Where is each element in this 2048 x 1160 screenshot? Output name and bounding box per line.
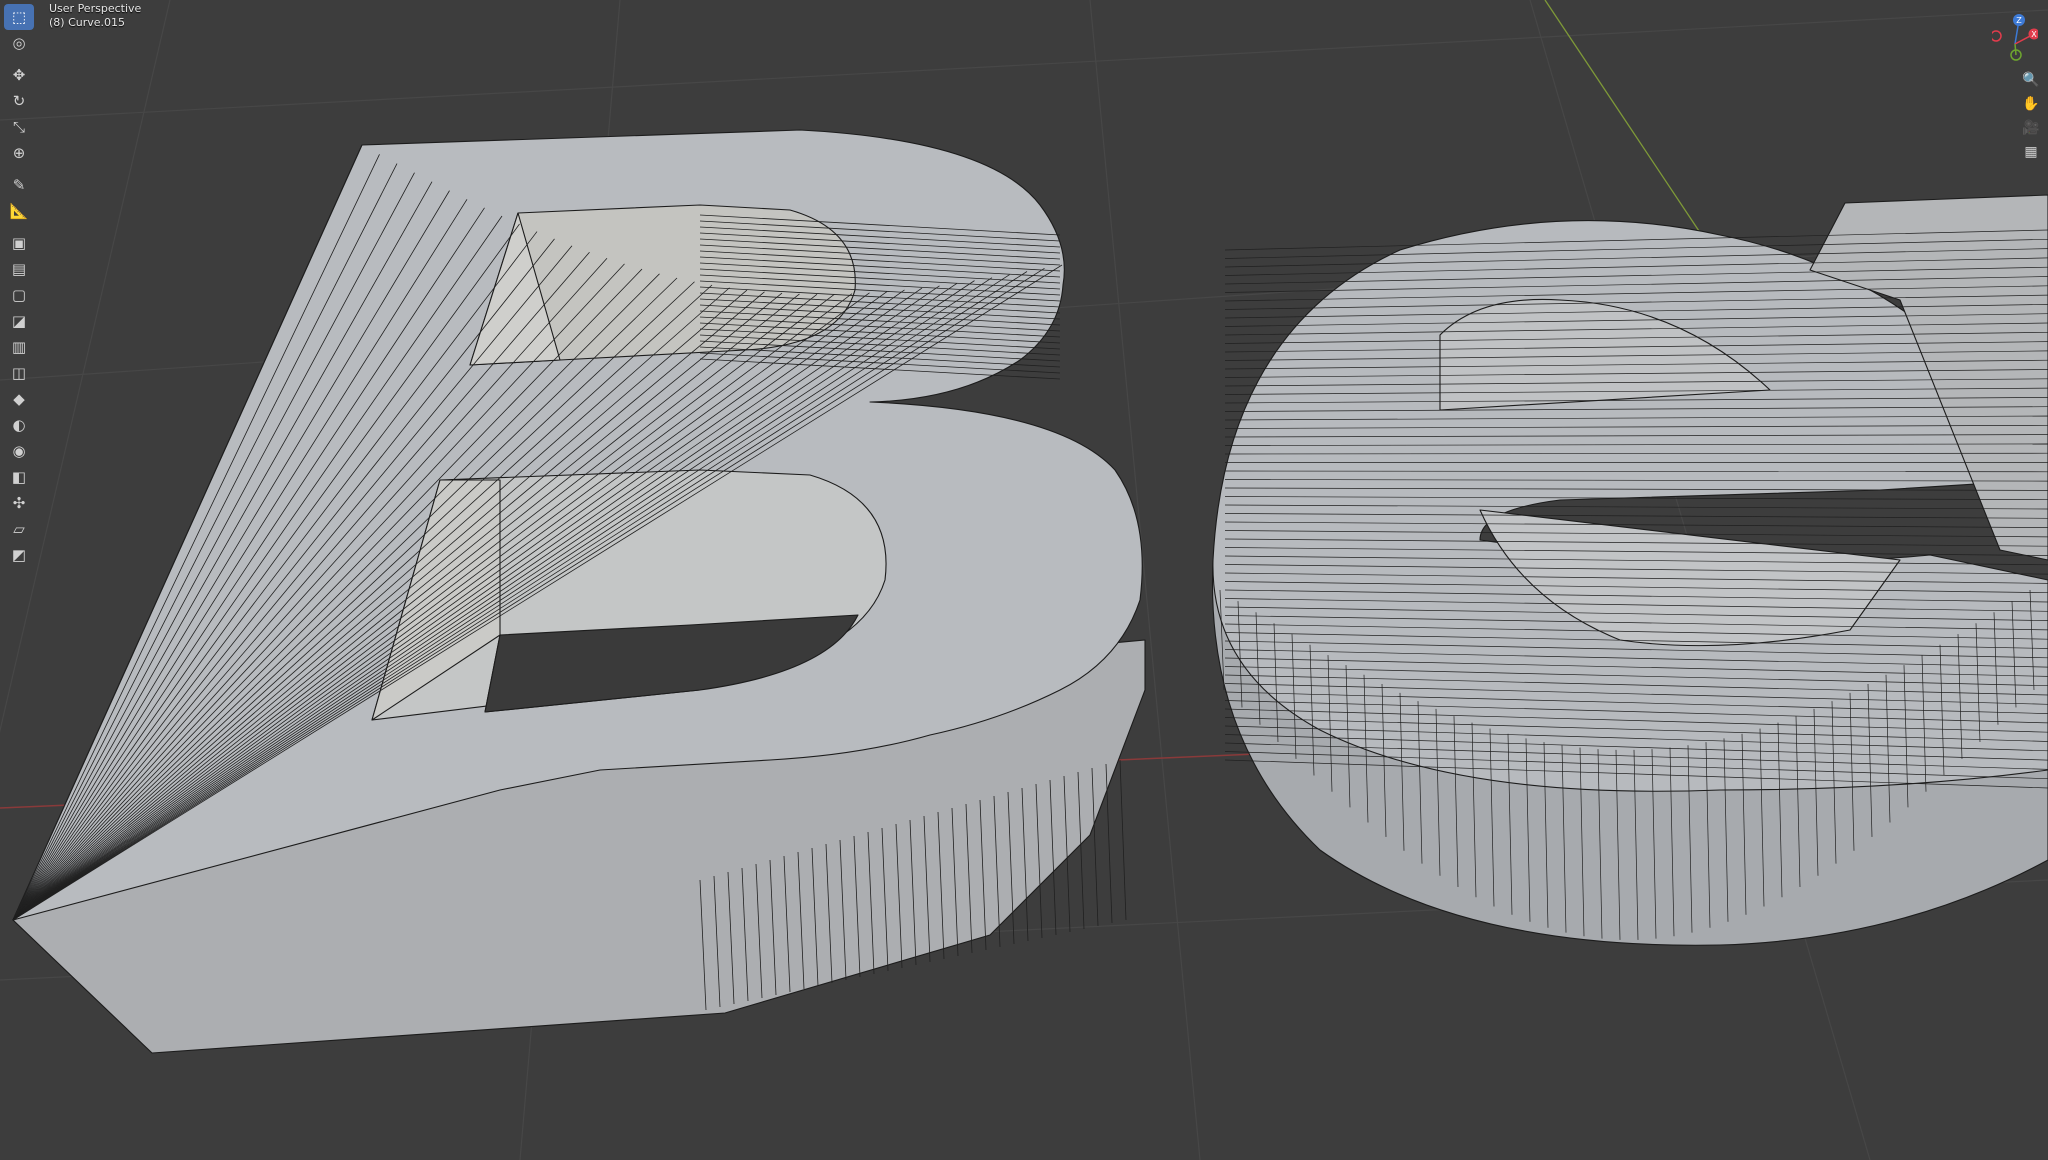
navigation-gizmo[interactable]: Z X	[1992, 10, 2038, 66]
move-tool[interactable]: ✥	[4, 62, 34, 88]
extrude-tool[interactable]: ▤	[4, 256, 34, 282]
add-cube-tool[interactable]: ▣	[4, 230, 34, 256]
shrink-fatten-tool[interactable]: ✣	[4, 490, 34, 516]
active-object-label: (8) Curve.015	[49, 16, 126, 29]
cursor-tool[interactable]: ◎	[4, 30, 34, 56]
edge-slide-tool[interactable]: ◧	[4, 464, 34, 490]
shear-tool[interactable]: ▱	[4, 516, 34, 542]
rip-region-tool[interactable]: ◩	[4, 542, 34, 568]
viewport-info: User Perspective (8) Curve.015	[49, 2, 141, 30]
camera-view-icon[interactable]: 🎥	[2018, 116, 2044, 140]
poly-build-tool[interactable]: ◆	[4, 386, 34, 412]
letter-b-mesh	[12, 129, 1146, 1054]
gizmo-x-label: X	[2031, 30, 2037, 39]
viewport-nav-buttons: 🔍 ✋ 🎥 ▦	[2018, 68, 2044, 164]
zoom-icon[interactable]: 🔍	[2018, 68, 2044, 92]
smooth-tool[interactable]: ◉	[4, 438, 34, 464]
select-box-tool[interactable]: ⬚	[4, 4, 34, 30]
tool-shelf: ⬚ ◎ ✥ ↻ ⤡ ⊕ ✎ 📐 ▣ ▤ ▢ ◪ ▥ ◫ ◆ ◐ ◉ ◧ ✣ ▱ ◩	[4, 4, 34, 568]
grid-ortho-icon[interactable]: ▦	[2018, 140, 2044, 164]
spin-tool[interactable]: ◐	[4, 412, 34, 438]
inset-tool[interactable]: ▢	[4, 282, 34, 308]
3d-viewport[interactable]: User Perspective (8) Curve.015 ⬚ ◎ ✥ ↻ ⤡ ⊕ ✎ 📐 ▣…	[0, 0, 2048, 1160]
loop-cut-tool[interactable]: ▥	[4, 334, 34, 360]
pan-hand-icon[interactable]: ✋	[2018, 92, 2044, 116]
viewport-scene	[0, 0, 2048, 1160]
annotate-tool[interactable]: ✎	[4, 172, 34, 198]
rotate-tool[interactable]: ↻	[4, 88, 34, 114]
gizmo-z-label: Z	[2016, 16, 2022, 25]
gizmo-neg-x-axis[interactable]	[1992, 30, 2002, 42]
view-name-label: User Perspective	[49, 2, 142, 15]
bevel-tool[interactable]: ◪	[4, 308, 34, 334]
y-axis-line	[1544, 0, 1706, 241]
transform-tool[interactable]: ⊕	[4, 140, 34, 166]
measure-tool[interactable]: 📐	[4, 198, 34, 224]
scale-tool[interactable]: ⤡	[4, 114, 34, 140]
knife-tool[interactable]: ◫	[4, 360, 34, 386]
